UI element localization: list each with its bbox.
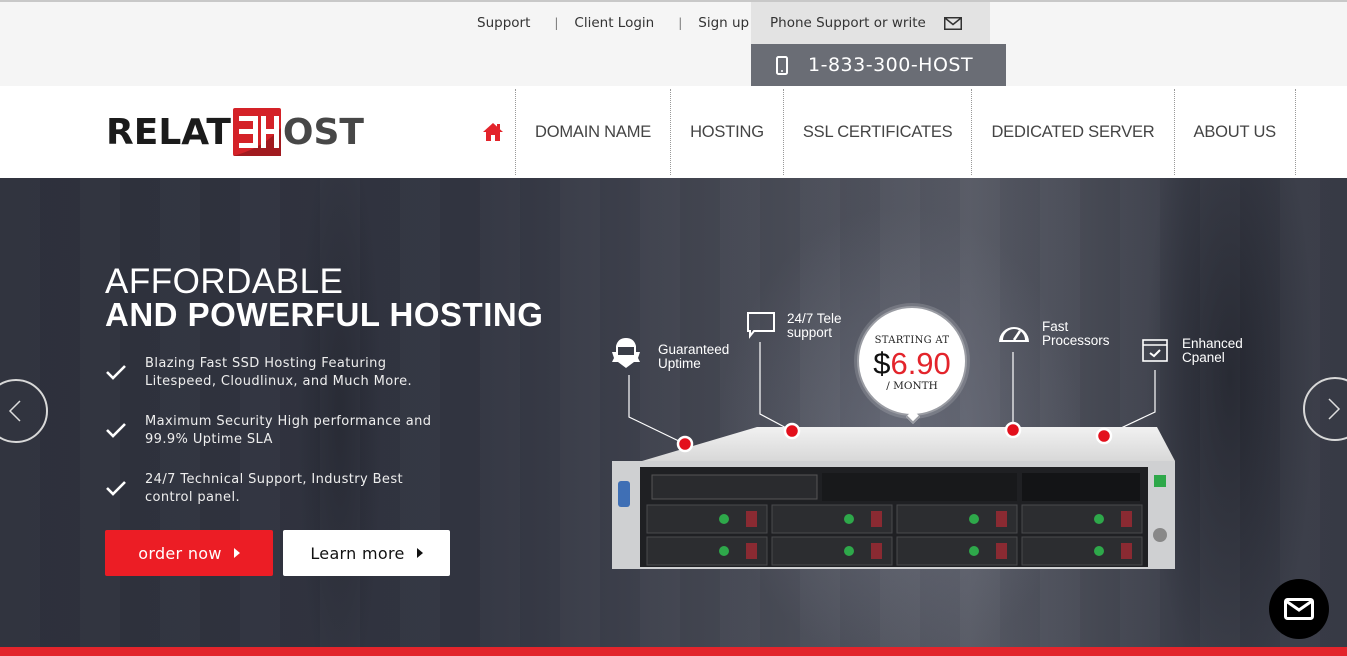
chevron-left-icon (8, 400, 21, 422)
hotspot-overlay (676, 421, 1113, 453)
slider-next-button[interactable] (1303, 377, 1347, 441)
slider-prev-button[interactable] (0, 379, 48, 443)
hotspot-dot (1004, 421, 1022, 439)
envelope-icon (1284, 598, 1314, 620)
hotspot-dot (1095, 427, 1113, 445)
chat-button[interactable] (1269, 579, 1329, 639)
chevron-right-icon (1328, 398, 1341, 420)
hotspot-dot (783, 422, 801, 440)
hotspot-dot (676, 435, 694, 453)
